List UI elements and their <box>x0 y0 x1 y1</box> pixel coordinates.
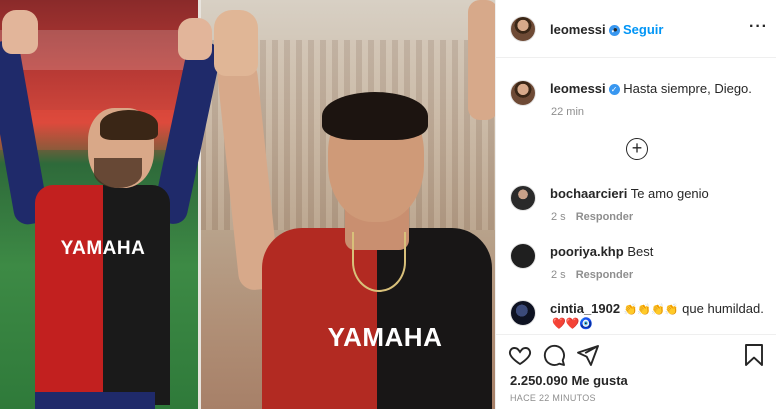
left-player-jersey <box>35 185 170 405</box>
left-player-hand <box>178 18 212 60</box>
left-player-hand <box>2 10 38 54</box>
post-sidebar: leomessi ✓ • Seguir ··· leomessi ✓ Hasta s… <box>495 0 776 409</box>
header-username-text[interactable]: leomessi <box>550 22 606 37</box>
verified-badge-icon: ✓ <box>608 84 620 95</box>
comment-bubble-icon[interactable] <box>542 343 566 367</box>
comment: pooriya.khp Best <box>550 244 653 259</box>
comment-time[interactable]: 2 s <box>551 269 566 281</box>
comment-meta: 2 s Responder <box>551 211 633 223</box>
comment-time[interactable]: 2 s <box>551 211 566 223</box>
caption-avatar[interactable] <box>510 80 536 106</box>
caption-username[interactable]: leomessi <box>550 81 606 96</box>
share-paper-plane-icon[interactable] <box>576 343 600 367</box>
right-player-hair <box>322 92 428 140</box>
comment-username[interactable]: bochaarcieri <box>550 186 627 201</box>
likes-count[interactable]: 2.250.090 Me gusta <box>510 373 628 388</box>
reply-button[interactable]: Responder <box>576 211 633 223</box>
heart-emojis: ❤️❤️🧿 <box>552 318 594 330</box>
comment-text: Best <box>627 244 654 259</box>
comment-text: Te amo genio <box>630 186 709 201</box>
comment-avatar[interactable] <box>510 185 536 211</box>
caption-text: Hasta siempre, Diego. <box>623 81 752 96</box>
comment-avatar[interactable] <box>510 243 536 269</box>
caption: leomessi ✓ Hasta siempre, Diego. <box>550 81 752 96</box>
comment-text: que humildad. <box>682 301 764 316</box>
left-player-hair <box>100 110 158 140</box>
comment: cintia_1902 👏👏👏👏 que humildad. <box>550 301 764 316</box>
more-options-icon[interactable]: ··· <box>749 18 768 36</box>
like-heart-icon[interactable] <box>508 343 532 367</box>
comment-meta: 2 s Responder <box>551 269 633 281</box>
left-player-beard <box>94 158 142 188</box>
post-time-ago[interactable]: HACE 22 MINUTOS <box>510 393 596 403</box>
comment-username[interactable]: pooriya.khp <box>550 244 624 259</box>
left-player-shorts <box>35 392 155 409</box>
left-jersey-sponsor: YAMAHA <box>60 238 146 259</box>
right-player-hand <box>214 10 258 76</box>
comment: bochaarcieri Te amo genio <box>550 186 709 201</box>
caption-time[interactable]: 22 min <box>551 106 584 118</box>
post-header: leomessi ✓ • Seguir ··· <box>496 0 776 58</box>
bookmark-icon[interactable] <box>742 343 766 367</box>
comment-username[interactable]: cintia_1902 <box>550 301 620 316</box>
post-actions: 2.250.090 Me gusta HACE 22 MINUTOS <box>496 334 776 409</box>
avatar[interactable] <box>510 16 536 42</box>
comment-avatar[interactable] <box>510 300 536 326</box>
follow-button[interactable]: Seguir <box>623 22 663 37</box>
clap-emojis: 👏👏👏👏 <box>623 304 679 316</box>
right-player-necklace <box>352 232 406 292</box>
load-more-comments-icon[interactable]: + <box>626 138 648 160</box>
post-photo[interactable]: YAMAHA YAMAHA <box>0 0 495 409</box>
separator-dot: • <box>613 22 618 37</box>
reply-button[interactable]: Responder <box>576 269 633 281</box>
header-username[interactable]: leomessi ✓ <box>550 22 620 37</box>
right-player-arm <box>468 0 495 120</box>
right-jersey-sponsor: YAMAHA <box>327 322 443 352</box>
